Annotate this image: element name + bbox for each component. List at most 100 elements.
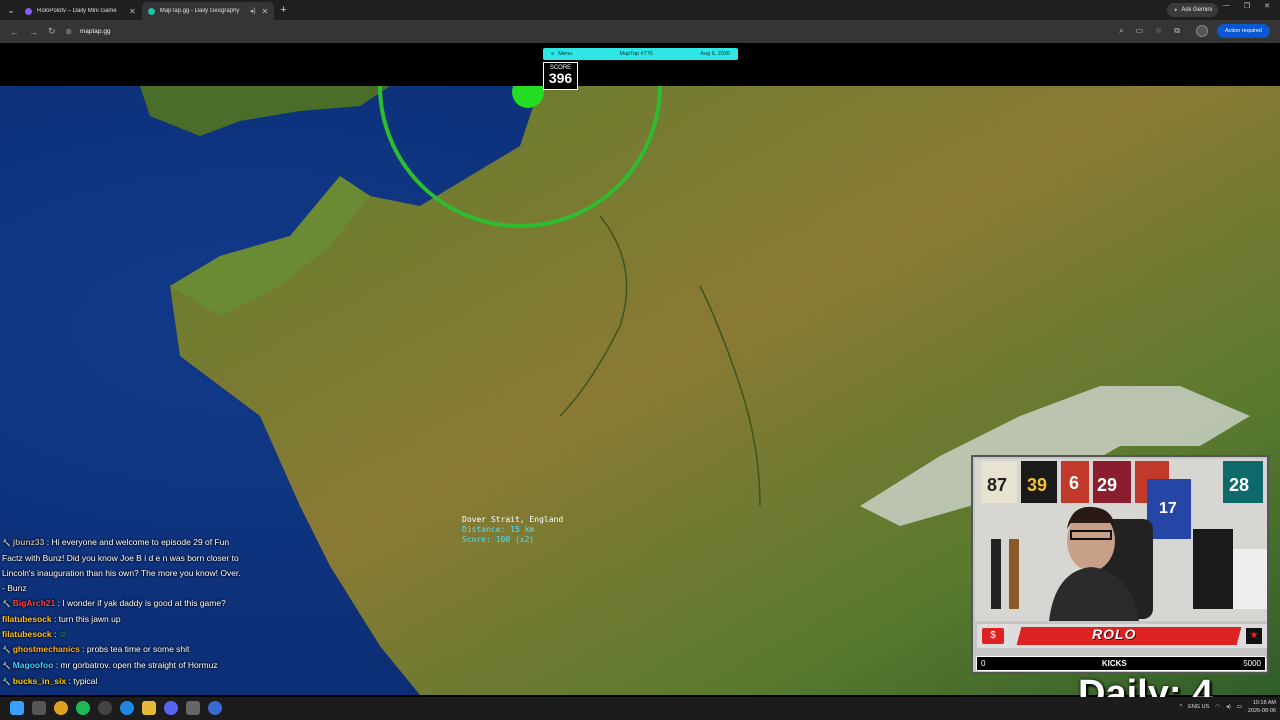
app-icon[interactable] xyxy=(208,701,222,715)
chat-message: 🔧 Magoofoo : mr gorbatrov. open the strai… xyxy=(0,658,245,674)
window-controls: — ❐ ✕ xyxy=(1223,2,1270,10)
chat-text: : typical xyxy=(68,676,98,686)
badge-icon: 🔧 xyxy=(2,647,11,654)
badge-icon: 🔧 xyxy=(2,601,11,608)
volume-icon[interactable]: ◂) xyxy=(1226,704,1231,710)
screen: ⌄ RoloPolotv – Daily Mini Game ✕ MapTap.… xyxy=(0,0,1280,720)
jersey-number: 6 xyxy=(1069,473,1079,493)
sparkle-icon: ✦ xyxy=(1173,7,1179,14)
jersey-number: 29 xyxy=(1097,475,1117,495)
badge-icon: 🔧 xyxy=(2,540,11,547)
maptap-top-bar: ≡ Menu MapTap #776 Aug 6, 2026 xyxy=(543,48,738,60)
tab-search-icon[interactable]: ⌄ xyxy=(3,2,19,18)
chat-message: filatubesock : ☺ xyxy=(0,627,245,642)
chat-message: 🔧 jbunz33 : Hi everyone and welcome to ep… xyxy=(0,535,245,596)
chat-username: filatubesock xyxy=(2,614,52,624)
chat-message: filatubesock : turn this jawn up xyxy=(0,612,245,627)
minimize-icon[interactable]: — xyxy=(1223,2,1230,10)
wifi-icon[interactable]: ◠ xyxy=(1215,704,1220,710)
webcam-frame: 87 39 6 29 17 28 $ ROLO ★ xyxy=(971,455,1269,674)
chat-username: BigArch21 xyxy=(12,598,56,608)
tray-chevron-icon[interactable]: ^ xyxy=(1180,704,1183,710)
tab-favicon xyxy=(147,7,155,15)
jersey-number: 39 xyxy=(1027,475,1047,495)
result-place: Dover Strait, England xyxy=(462,515,564,524)
menu-label: Menu xyxy=(558,51,572,57)
reload-icon[interactable]: ↻ xyxy=(48,26,56,37)
kicks-max: 5000 xyxy=(1243,659,1261,668)
cast-icon[interactable]: ▭ xyxy=(1136,26,1144,36)
start-icon[interactable] xyxy=(10,701,24,715)
windows-taskbar: ^ ENG US ◠ ◂) ▭ 10:18 AM 2026-08-06 xyxy=(0,697,1280,720)
overlay-banner: $ ROLO ★ xyxy=(977,624,1267,648)
tab-title: MapTap.gg - Daily Geography xyxy=(159,8,240,14)
result-distance: Distance: 15 km xyxy=(462,525,535,534)
tab-favicon xyxy=(25,7,32,15)
language-indicator[interactable]: ENG US xyxy=(1188,704,1209,710)
chat-message: 🔧 bucks_in_six : typical xyxy=(0,674,245,690)
stream-chat: 🔧 jbunz33 : Hi everyone and welcome to ep… xyxy=(0,535,245,697)
score-value: 396 xyxy=(548,70,573,86)
kicks-label: KICKS xyxy=(1101,659,1127,668)
jersey-number: 87 xyxy=(987,475,1007,495)
star-icon: ★ xyxy=(1246,628,1262,644)
chat-text: : mr gorbatrov. open the straight of Hor… xyxy=(55,660,218,670)
cabinet xyxy=(1193,529,1233,609)
maximize-icon[interactable]: ❐ xyxy=(1244,2,1250,10)
jersey-number: 17 xyxy=(1159,500,1177,517)
game-number: MapTap #776 xyxy=(619,51,653,57)
ask-gemini-button[interactable]: ✦ Ask Gemini xyxy=(1167,3,1218,17)
clock-date: 2026-08-06 xyxy=(1247,708,1276,714)
mail-icon[interactable] xyxy=(186,701,200,715)
tab-rolopolotv[interactable]: RoloPolotv – Daily Mini Game ✕ xyxy=(19,2,142,20)
chat-username: jbunz33 xyxy=(12,537,45,547)
discord-icon[interactable] xyxy=(164,701,178,715)
profile-avatar[interactable] xyxy=(1196,25,1208,37)
chrome-icon[interactable] xyxy=(54,701,68,715)
action-required-button[interactable]: Action required xyxy=(1217,24,1270,38)
chat-text: : turn this jawn up xyxy=(53,614,121,624)
badge-icon: 🔧 xyxy=(2,679,11,686)
search-icon[interactable] xyxy=(32,701,46,715)
folder-icon[interactable] xyxy=(142,701,156,715)
chat-message: 🔧 ghostmechanics : probs tea time or some… xyxy=(0,642,245,658)
chat-message: 🔧 BigArch21 : I wonder if yak daddy is go… xyxy=(0,596,245,612)
bookmark-icon[interactable]: ☆ xyxy=(1155,26,1162,36)
tab-maptap[interactable]: MapTap.gg - Daily Geography ◂) ✕ xyxy=(141,2,275,20)
tab-title: RoloPolotv – Daily Mini Game xyxy=(37,8,117,14)
address-bar: ← → ↻ ⚙ maptap.gg ⌕ ▭ ☆ ⧉ Action require… xyxy=(0,20,1280,43)
dollar-icon: $ xyxy=(982,628,1004,644)
zoom-icon[interactable]: ⌕ xyxy=(1119,26,1123,36)
result-score: Score: 100 (x2) xyxy=(462,535,535,544)
emote-icon: ☺ xyxy=(58,629,68,639)
spotify-icon[interactable] xyxy=(76,701,90,715)
chat-text: : xyxy=(53,629,57,639)
ask-gemini-label: Ask Gemini xyxy=(1181,7,1212,13)
forward-icon[interactable]: → xyxy=(29,27,38,37)
edge-icon[interactable] xyxy=(120,701,134,715)
speaker-icon[interactable]: ◂) xyxy=(250,7,256,15)
game-date: Aug 6, 2026 xyxy=(700,51,730,57)
clock[interactable]: 10:18 AM 2026-08-06 xyxy=(1248,699,1276,715)
site-info-icon[interactable]: ⚙ xyxy=(66,28,72,36)
close-icon[interactable]: ✕ xyxy=(262,7,269,16)
chat-username: filatubesock xyxy=(2,629,52,639)
close-icon[interactable]: ✕ xyxy=(129,7,136,16)
chat-username: bucks_in_six xyxy=(12,676,67,686)
guitar xyxy=(1009,539,1019,609)
url-field[interactable]: ⚙ maptap.gg xyxy=(66,28,111,36)
new-tab-button[interactable]: + xyxy=(280,4,286,16)
badge-icon: 🔧 xyxy=(2,663,11,670)
menu-button[interactable]: ≡ Menu xyxy=(551,51,572,57)
shelf xyxy=(1233,549,1267,609)
obs-icon[interactable] xyxy=(98,701,112,715)
toolbar-icons: ⌕ ▭ ☆ ⧉ xyxy=(1119,26,1180,36)
jersey-number: 28 xyxy=(1229,475,1249,495)
chat-username: ghostmechanics xyxy=(12,644,80,654)
close-window-icon[interactable]: ✕ xyxy=(1264,2,1270,10)
back-icon[interactable]: ← xyxy=(10,27,19,37)
extensions-icon[interactable]: ⧉ xyxy=(1174,26,1180,36)
battery-icon[interactable]: ▭ xyxy=(1237,704,1242,710)
guitar xyxy=(991,539,1001,609)
chat-text: : probs tea time or some shit xyxy=(82,644,190,654)
